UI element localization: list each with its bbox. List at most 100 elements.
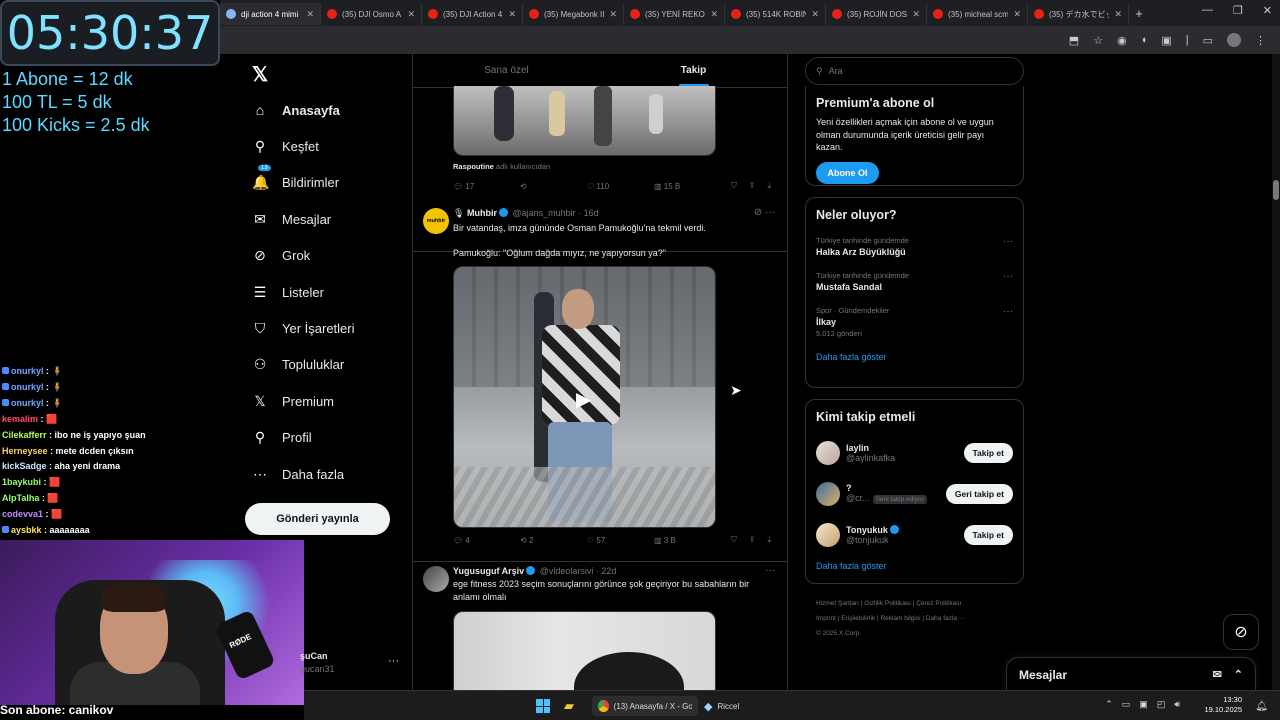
- author-avatar[interactable]: muhbir: [423, 208, 449, 234]
- footer-link[interactable]: Erişilebilirlik: [841, 615, 875, 622]
- account-more-icon[interactable]: ···: [388, 655, 399, 667]
- share-icon[interactable]: ⇪: [749, 181, 756, 191]
- close-window-icon[interactable]: ✕: [1263, 4, 1272, 17]
- footer-link[interactable]: Imprint: [816, 615, 836, 622]
- bookmark-icon[interactable]: ⛉: [731, 535, 737, 545]
- trends-show-more[interactable]: Daha fazla göster: [816, 352, 1013, 362]
- chat-username[interactable]: kickSadge: [2, 461, 47, 471]
- subscribe-button[interactable]: Abone Ol: [816, 161, 879, 184]
- post-button[interactable]: Gönderi yayınla: [245, 503, 390, 535]
- who-show-more[interactable]: Daha fazla göster: [816, 561, 1013, 571]
- trend-more-icon[interactable]: ···: [1003, 306, 1013, 317]
- tweet-more-icon[interactable]: ···: [765, 565, 775, 576]
- chat-username[interactable]: onurkyl: [11, 382, 44, 392]
- footer-link[interactable]: Daha fazla ···: [926, 615, 965, 622]
- notification-bell-icon[interactable]: 🔔︎: [1255, 696, 1268, 716]
- media-caption-user[interactable]: Raspoutine: [453, 162, 494, 171]
- tweet-media-image[interactable]: [453, 86, 716, 156]
- start-button[interactable]: [536, 696, 550, 716]
- user-avatar[interactable]: [816, 440, 840, 465]
- feed-tab[interactable]: Takip: [600, 54, 787, 87]
- nav-item-listeler[interactable]: ☰ Listeler: [252, 274, 412, 310]
- footer-link[interactable]: Çerez Politikası: [916, 600, 961, 607]
- user-avatar[interactable]: [816, 481, 840, 506]
- x-logo[interactable]: 𝕏: [252, 62, 268, 87]
- close-icon[interactable]: ✕: [912, 9, 920, 20]
- chat-username[interactable]: onurkyl: [11, 398, 44, 408]
- extension-game-icon[interactable]: ◉: [1117, 34, 1127, 47]
- footer-link[interactable]: © 2025 X Corp.: [816, 630, 861, 637]
- file-explorer-icon[interactable]: ▰: [564, 696, 574, 716]
- tweet-card[interactable]: muhbir 🎙︎ Muhbir @ajans_muhbir · 16d ⊘ ·…: [413, 198, 787, 562]
- tray-overflow-icon[interactable]: ⌃: [1105, 699, 1113, 710]
- chat-username[interactable]: aysbkk: [11, 525, 42, 535]
- kebab-menu-icon[interactable]: ⋮: [1255, 34, 1266, 47]
- taskbar-chrome[interactable]: (13) Anasayfa / X - Goog: [592, 696, 698, 716]
- taskbar-clock[interactable]: 13:30 19.10.2025: [1204, 695, 1242, 715]
- trend-more-icon[interactable]: ···: [1003, 271, 1013, 282]
- messages-dock[interactable]: Mesajlar ✉ ⌃: [1006, 657, 1256, 691]
- footer-link[interactable]: Gizlilik Politikası: [864, 600, 911, 607]
- who-to-follow-item[interactable]: Tonyukuk @tonjukuk Takip et: [816, 514, 1013, 555]
- extension-audio-icon[interactable]: ◖: [1141, 34, 1148, 46]
- reply-action[interactable]: 💬︎ 17: [453, 182, 520, 191]
- footer-link[interactable]: Hizmet Şartları: [816, 600, 859, 607]
- chat-username[interactable]: 1baykubi: [2, 477, 41, 487]
- reply-action[interactable]: 💬︎ 4: [453, 536, 520, 545]
- install-icon[interactable]: ⬒: [1069, 34, 1079, 47]
- nav-item-mesajlar[interactable]: ✉ Mesajlar: [252, 201, 412, 237]
- download-icon[interactable]: ⤓: [767, 181, 771, 191]
- tray-app-icon[interactable]: ▣: [1139, 699, 1148, 710]
- new-tab-button[interactable]: +: [1129, 6, 1149, 21]
- who-to-follow-item[interactable]: ? @cr... Seni takip ediyor Geri takip et: [816, 473, 1013, 514]
- browser-tab[interactable]: (35) デカ水でビッ ✕: [1028, 3, 1129, 25]
- download-icon[interactable]: ⤓: [767, 535, 771, 545]
- nav-item-grok[interactable]: ⊘ Grok: [252, 238, 412, 274]
- feed-tab[interactable]: Sana özel: [413, 54, 600, 87]
- views-action[interactable]: ▥ 3 B: [654, 536, 721, 545]
- browser-profile-avatar[interactable]: [1227, 33, 1241, 47]
- follow-button[interactable]: Takip et: [963, 442, 1013, 463]
- browser-tab[interactable]: (35) 514K ROBIN ✕: [725, 3, 826, 25]
- tray-app-icon[interactable]: ▭: [1122, 699, 1131, 710]
- follow-button[interactable]: Geri takip et: [945, 483, 1013, 504]
- who-to-follow-item[interactable]: laylin @aylinkafka Takip et: [816, 432, 1013, 473]
- share-icon[interactable]: ⇪: [749, 535, 756, 545]
- close-icon[interactable]: ✕: [609, 9, 617, 20]
- trend-item[interactable]: Spor · Gündemdekiler İlkay 5.012 gönderi ··…: [816, 306, 1013, 338]
- author-handle[interactable]: @ajans_muhbir · 16d: [512, 208, 598, 218]
- tweet-card[interactable]: Yugusuguf Arşiv @videolarsivi · 22d ··· …: [413, 556, 787, 690]
- nav-item-topluluklar[interactable]: ⚇ Topluluklar: [252, 347, 412, 383]
- tweet-video[interactable]: ▶: [453, 266, 716, 528]
- bookmark-star-icon[interactable]: ☆: [1093, 34, 1103, 47]
- close-icon[interactable]: ✕: [1114, 9, 1122, 20]
- trend-item[interactable]: Türkiye tarihinde gündemde Mustafa Sandal…: [816, 271, 1013, 292]
- new-message-icon[interactable]: ✉: [1213, 668, 1222, 681]
- like-action[interactable]: ♡ 110: [587, 182, 654, 191]
- extensions-puzzle-icon[interactable]: ▣: [1161, 34, 1171, 47]
- author-name[interactable]: Muhbir: [467, 208, 497, 218]
- scrollbar-thumb[interactable]: [1273, 180, 1279, 200]
- browser-tab[interactable]: dji action 4 mimi ✕: [220, 3, 321, 25]
- footer-link[interactable]: Reklam bilgisi: [880, 615, 920, 622]
- browser-tab[interactable]: (35) DJI Osmo A ✕: [321, 3, 422, 25]
- close-icon[interactable]: ✕: [710, 9, 718, 20]
- follow-button[interactable]: Takip et: [963, 524, 1013, 545]
- repost-action[interactable]: ⟲ 2: [520, 536, 587, 545]
- grok-icon[interactable]: ⊘: [1223, 614, 1259, 650]
- nav-item-daha-fazla[interactable]: ⋯ Daha fazla: [252, 456, 412, 492]
- network-icon[interactable]: ◰: [1157, 699, 1166, 710]
- tweet-more-icon[interactable]: ⊘ ···: [754, 207, 775, 218]
- chat-username[interactable]: AlpTalha: [2, 493, 39, 503]
- account-switcher[interactable]: şuCan gucan31: [300, 650, 335, 676]
- like-action[interactable]: ♡ 57: [587, 536, 654, 545]
- taskbar-riccel[interactable]: ◆ Riccel: [704, 696, 739, 716]
- nav-item-profil[interactable]: ⚲ Profil: [252, 420, 412, 456]
- browser-tab[interactable]: (35) DJI Action 4 ✕: [422, 3, 523, 25]
- browser-tab[interactable]: (35) ROJİN DOSY ✕: [826, 3, 927, 25]
- close-icon[interactable]: ✕: [407, 9, 415, 20]
- nav-item-bildirimler[interactable]: 🔔 13 Bildirimler: [252, 165, 412, 201]
- browser-tab[interactable]: (35) Megabonk II ✕: [523, 3, 624, 25]
- nav-item-anasayfa[interactable]: ⌂ Anasayfa: [252, 92, 412, 128]
- search-input[interactable]: ⚲ Ara: [805, 57, 1024, 85]
